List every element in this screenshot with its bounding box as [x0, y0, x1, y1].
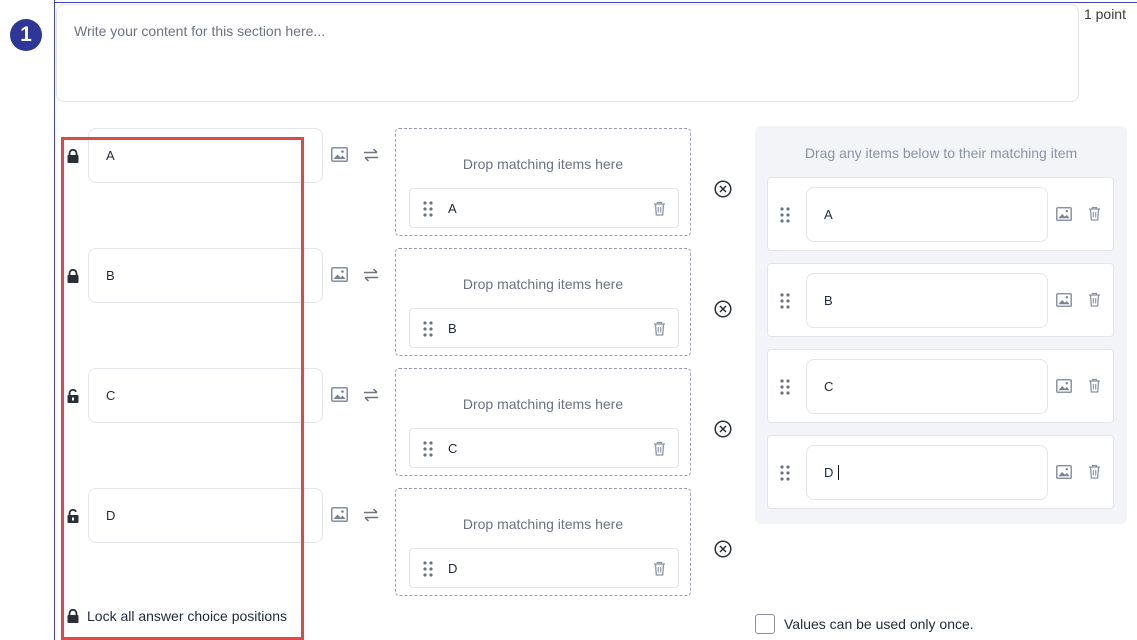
lock-closed-icon[interactable]	[66, 149, 80, 163]
trash-icon[interactable]	[1088, 378, 1101, 393]
bank-item-text: D	[824, 465, 834, 480]
drag-handle-icon[interactable]	[422, 200, 434, 218]
bank-item[interactable]: D	[767, 435, 1114, 509]
drop-zone[interactable]: Drop matching items here C	[395, 368, 691, 476]
image-icon[interactable]	[1056, 379, 1072, 393]
item-bank-title: Drag any items below to their matching i…	[804, 145, 1078, 161]
question-number: 1	[20, 23, 32, 46]
drop-zone[interactable]: Drop matching items here D	[395, 488, 691, 596]
bank-item[interactable]: A	[767, 177, 1114, 251]
image-icon[interactable]	[331, 147, 348, 162]
matching-question-editor: 1 1 point Write your content for this se…	[0, 0, 1137, 640]
answer-choice-input[interactable]: A	[88, 128, 323, 183]
matched-item[interactable]: C	[409, 428, 679, 468]
remove-row-icon[interactable]	[714, 420, 732, 438]
drop-zone[interactable]: Drop matching items here A	[395, 128, 691, 236]
swap-arrows-icon[interactable]	[363, 148, 379, 162]
lock-open-icon[interactable]	[66, 509, 80, 523]
match-row: D Drop matching items here D	[0, 488, 760, 598]
bank-item[interactable]: C	[767, 349, 1114, 423]
match-row: C Drop matching items here C	[0, 368, 760, 478]
drag-handle-icon[interactable]	[422, 560, 434, 578]
answer-choice-text: A	[106, 148, 115, 163]
answer-choice-input[interactable]: D	[88, 488, 323, 543]
bank-item[interactable]: B	[767, 263, 1114, 337]
bank-item-input[interactable]: D	[806, 445, 1048, 500]
bank-item-input[interactable]: B	[806, 273, 1048, 328]
match-row: A Drop matching items here A	[0, 128, 760, 238]
trash-icon[interactable]	[1088, 464, 1101, 479]
answer-choice-input[interactable]: B	[88, 248, 323, 303]
trash-icon[interactable]	[1088, 206, 1101, 221]
image-icon[interactable]	[1056, 207, 1072, 221]
drop-zone-label: Drop matching items here	[462, 516, 624, 532]
image-icon[interactable]	[331, 507, 348, 522]
image-icon[interactable]	[1056, 293, 1072, 307]
lock-all-label: Lock all answer choice positions	[87, 608, 287, 624]
answer-choice-input[interactable]: C	[88, 368, 323, 423]
swap-arrows-icon[interactable]	[363, 508, 379, 522]
trash-icon[interactable]	[653, 201, 666, 216]
drag-handle-icon[interactable]	[422, 440, 434, 458]
drop-zone-label: Drop matching items here	[462, 396, 624, 412]
matched-item-label: A	[448, 201, 457, 216]
drop-zone-label: Drop matching items here	[462, 276, 624, 292]
lock-closed-icon	[67, 609, 79, 623]
remove-row-icon[interactable]	[714, 180, 732, 198]
trash-icon[interactable]	[1088, 292, 1101, 307]
bank-item-text: C	[824, 379, 834, 394]
drop-zone-label: Drop matching items here	[462, 156, 624, 172]
lock-closed-icon[interactable]	[66, 269, 80, 283]
section-content-editor[interactable]: Write your content for this section here…	[56, 4, 1079, 102]
bank-item-text: A	[824, 207, 833, 222]
drag-handle-icon[interactable]	[779, 292, 791, 310]
swap-arrows-icon[interactable]	[363, 268, 379, 282]
image-icon[interactable]	[331, 387, 348, 402]
remove-row-icon[interactable]	[714, 300, 732, 318]
lock-all-toggle[interactable]: Lock all answer choice positions	[66, 608, 287, 624]
values-once-checkbox[interactable]	[755, 614, 775, 634]
bank-item-input[interactable]: A	[806, 187, 1048, 242]
swap-arrows-icon[interactable]	[363, 388, 379, 402]
matched-item-label: D	[448, 561, 458, 576]
points-label[interactable]: 1 point	[1084, 6, 1126, 22]
remove-row-icon[interactable]	[714, 540, 732, 558]
image-icon[interactable]	[331, 267, 348, 282]
matched-item-label: C	[448, 441, 458, 456]
match-row: B Drop matching items here B	[0, 248, 760, 358]
drop-zone[interactable]: Drop matching items here B	[395, 248, 691, 356]
values-once-label: Values can be used only once.	[784, 616, 974, 632]
trash-icon[interactable]	[653, 441, 666, 456]
drag-handle-icon[interactable]	[779, 206, 791, 224]
answer-choice-text: C	[106, 388, 116, 403]
drag-handle-icon[interactable]	[779, 464, 791, 482]
item-bank: Drag any items below to their matching i…	[755, 126, 1127, 524]
question-top-border	[54, 2, 1137, 3]
values-once-option[interactable]: Values can be used only once.	[755, 614, 974, 634]
drag-handle-icon[interactable]	[779, 378, 791, 396]
answer-choice-text: D	[106, 508, 116, 523]
drag-handle-icon[interactable]	[422, 320, 434, 338]
matched-item-label: B	[448, 321, 457, 336]
image-icon[interactable]	[1056, 465, 1072, 479]
bank-item-text: B	[824, 293, 833, 308]
matched-item[interactable]: D	[409, 548, 679, 588]
matched-item[interactable]: A	[409, 188, 679, 228]
content-placeholder: Write your content for this section here…	[74, 23, 326, 39]
trash-icon[interactable]	[653, 321, 666, 336]
trash-icon[interactable]	[653, 561, 666, 576]
matched-item[interactable]: B	[409, 308, 679, 348]
answer-choice-text: B	[106, 268, 115, 283]
bank-item-input[interactable]: C	[806, 359, 1048, 414]
lock-open-icon[interactable]	[66, 389, 80, 403]
question-number-badge: 1	[10, 19, 42, 51]
